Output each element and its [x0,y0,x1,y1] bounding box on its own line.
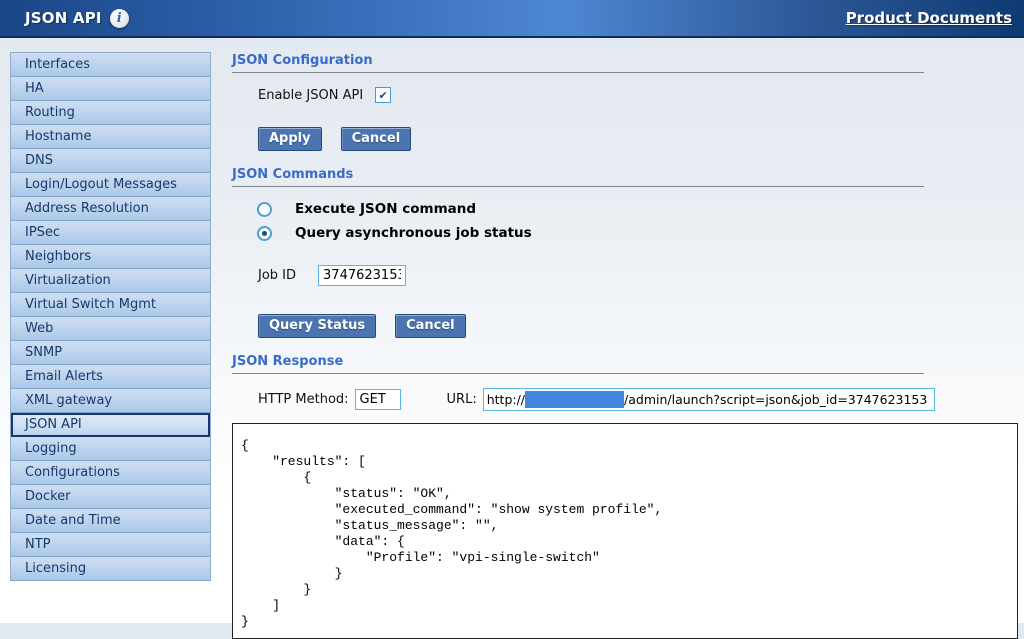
sidebar-item-email-alerts[interactable]: Email Alerts [11,365,210,389]
sidebar-item-virtualization[interactable]: Virtualization [11,269,210,293]
top-bar: JSON API i Product Documents [0,0,1024,38]
url-prefix-text: http:// [487,392,525,407]
enable-json-api-label: Enable JSON API [258,88,363,103]
sidebar-item-docker[interactable]: Docker [11,485,210,509]
sidebar-item-hostname[interactable]: Hostname [11,125,210,149]
checkmark-icon: ✔ [379,89,388,102]
http-method-input[interactable] [355,389,401,410]
url-input[interactable]: http:// /admin/launch?script=json&job_id… [483,388,935,411]
sidebar-item-date-and-time[interactable]: Date and Time [11,509,210,533]
sidebar-item-web[interactable]: Web [11,317,210,341]
sidebar-item-neighbors[interactable]: Neighbors [11,245,210,269]
url-suffix-text: /admin/launch?script=json&job_id=3747623… [624,392,927,407]
sidebar-item-configurations[interactable]: Configurations [11,461,210,485]
sidebar-item-dns[interactable]: DNS [11,149,210,173]
apply-button[interactable]: Apply [258,127,322,151]
job-id-input[interactable] [318,265,406,286]
query-async-job-status-radio[interactable] [257,226,272,241]
sidebar-item-licensing[interactable]: Licensing [11,557,210,581]
section-rule [232,373,924,374]
sidebar-item-interfaces[interactable]: Interfaces [11,53,210,77]
sidebar-item-login-logout-messages[interactable]: Login/Logout Messages [11,173,210,197]
http-method-label: HTTP Method: [258,392,349,407]
url-host-redaction [525,391,624,408]
query-status-button[interactable]: Query Status [258,314,376,338]
page-title: JSON API [25,9,102,27]
sidebar-item-virtual-switch-mgmt[interactable]: Virtual Switch Mgmt [11,293,210,317]
product-documents-link[interactable]: Product Documents [846,9,1012,27]
json-response-heading: JSON Response [232,354,1018,369]
sidebar-item-logging[interactable]: Logging [11,437,210,461]
section-rule [232,72,924,73]
sidebar-item-address-resolution[interactable]: Address Resolution [11,197,210,221]
cancel-button[interactable]: Cancel [341,127,412,151]
sidebar-item-routing[interactable]: Routing [11,101,210,125]
json-commands-heading: JSON Commands [232,167,1018,182]
execute-json-command-label: Execute JSON command [295,201,476,217]
query-async-job-status-label: Query asynchronous job status [295,225,532,241]
sidebar-item-xml-gateway[interactable]: XML gateway [11,389,210,413]
execute-json-command-radio[interactable] [257,202,272,217]
json-configuration-heading: JSON Configuration [232,53,1018,68]
job-id-label: Job ID [258,268,296,283]
cancel-query-button[interactable]: Cancel [395,314,466,338]
enable-json-api-checkbox[interactable]: ✔ [375,87,391,103]
sidebar-item-snmp[interactable]: SNMP [11,341,210,365]
sidebar-item-json-api[interactable]: JSON API [11,413,210,437]
sidebar-item-ha[interactable]: HA [11,77,210,101]
sidebar-item-ntp[interactable]: NTP [11,533,210,557]
json-response-text: { "results": [ { "status": "OK", "execut… [241,438,1009,630]
sidebar-nav: Interfaces HA Routing Hostname DNS Login… [10,52,211,581]
url-label: URL: [447,392,477,407]
main-content: JSON Configuration Enable JSON API ✔ App… [232,45,1018,639]
json-response-output[interactable]: { "results": [ { "status": "OK", "execut… [232,423,1018,639]
sidebar-item-ipsec[interactable]: IPSec [11,221,210,245]
section-rule [232,186,924,187]
info-icon[interactable]: i [110,9,129,28]
